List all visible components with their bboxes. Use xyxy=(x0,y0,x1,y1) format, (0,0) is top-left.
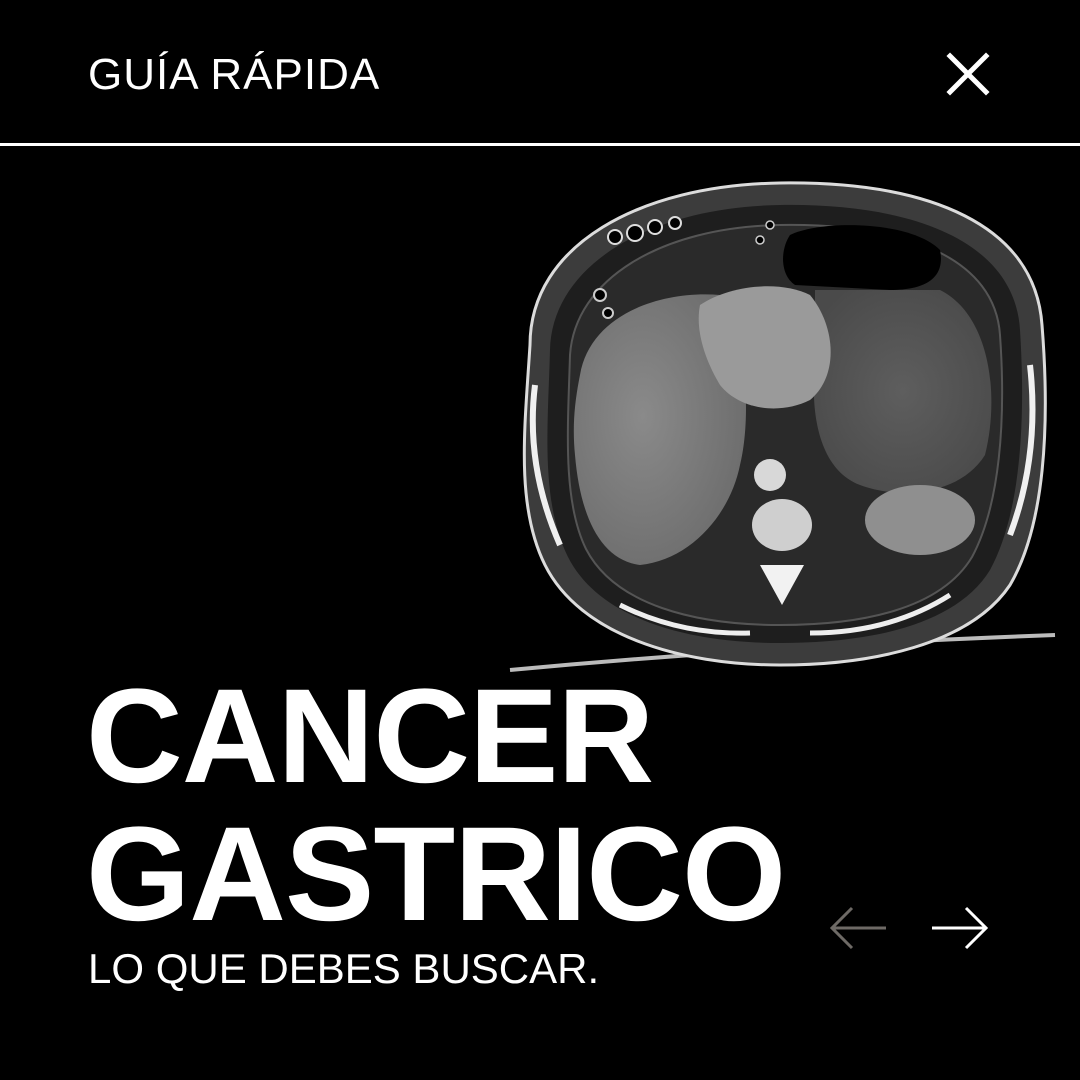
page-title: GUÍA RÁPIDA xyxy=(88,50,381,99)
headline-line-1: CANCER xyxy=(86,662,654,811)
close-icon xyxy=(946,52,990,96)
subtitle: LO QUE DEBES BUSCAR. xyxy=(88,945,600,992)
previous-button[interactable] xyxy=(826,900,890,956)
arrow-left-icon xyxy=(829,906,886,950)
headline: CANCER GASTRICO xyxy=(86,662,786,949)
headline-line-2: GASTRICO xyxy=(86,800,786,949)
header-divider xyxy=(0,143,1080,146)
arrow-right-icon xyxy=(932,906,989,950)
close-button[interactable] xyxy=(940,46,996,102)
next-button[interactable] xyxy=(928,900,992,956)
ct-scan-image xyxy=(509,181,1056,672)
